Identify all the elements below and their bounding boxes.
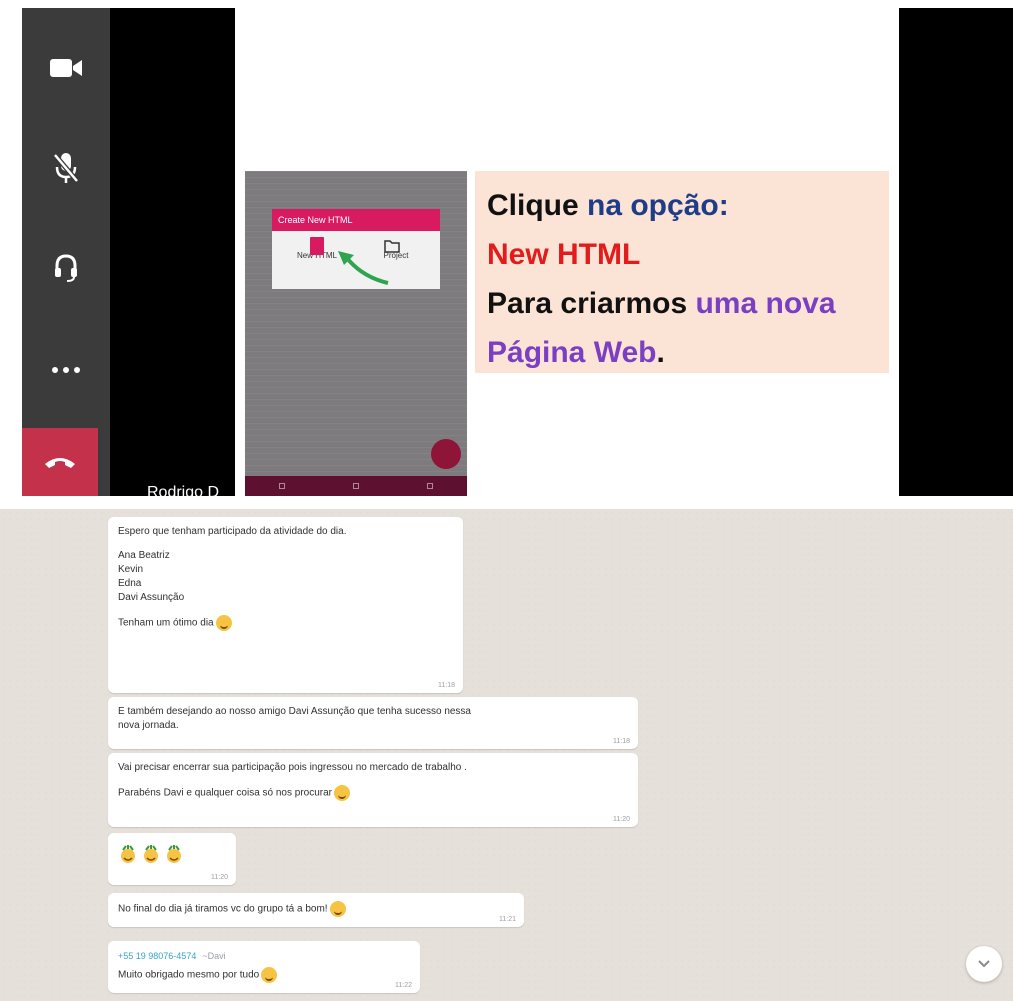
celebration-emoji-icon (144, 845, 158, 863)
name-line: Davi Assunção (118, 592, 185, 603)
call-controls-rail (22, 8, 110, 496)
floating-action-button (431, 439, 461, 469)
message-time: 11:21 (499, 916, 516, 923)
name-line: Edna (118, 578, 142, 589)
more-options-button[interactable] (22, 340, 110, 400)
message-text: Vai precisar encerrar sua participação p… (118, 762, 467, 773)
more-options-icon (52, 367, 80, 373)
video-camera-icon (50, 59, 82, 77)
celebration-emoji-icon (167, 845, 181, 863)
chat-panel: Espero que tenham participado da ativida… (0, 509, 1013, 1001)
emoji-row (118, 845, 226, 865)
nav-home-icon (353, 483, 359, 489)
presenter-name: Rodrigo D (147, 484, 220, 496)
message-bubble[interactable]: +55 19 98076-4574 ~Davi Muito obrigado me… (108, 941, 420, 993)
headset-icon (55, 254, 77, 282)
call-stage: Rodrigo D Create New HTML New HTML Proje… (22, 8, 1013, 496)
callout-text-clique: Clique (487, 189, 588, 222)
green-arrow-icon (338, 251, 389, 285)
message-time: 11:20 (613, 816, 630, 823)
dialog-title: Create New HTML (272, 209, 440, 231)
message-bubble[interactable]: 11:20 (108, 833, 236, 885)
phone-screenshot: Create New HTML New HTML Project (245, 171, 467, 496)
message-bubble[interactable]: Vai precisar encerrar sua participação p… (108, 753, 638, 827)
message-bubble[interactable]: E também desejando ao nosso amigo Davi A… (108, 697, 638, 749)
callout-line-2: New HTML (487, 238, 641, 271)
grinning-emoji-icon (329, 901, 346, 917)
scroll-down-button[interactable] (966, 946, 1002, 982)
sender-name: ~Davi (202, 951, 226, 961)
callout-line-4: Página Web. (487, 328, 879, 377)
name-line: Ana Beatriz (118, 550, 170, 561)
callout-text-para: Para criarmos (487, 287, 696, 320)
callout-line-1: Clique na opção: (487, 181, 879, 230)
message-text: Tenham um ótimo dia (118, 615, 453, 631)
sender-line: +55 19 98076-4574 ~Davi (118, 949, 410, 963)
grinning-emoji-icon (334, 785, 351, 801)
message-text: nova jornada. (118, 720, 179, 731)
message-bubble[interactable]: Espero que tenham participado da ativida… (108, 517, 463, 693)
android-nav-bar (245, 476, 467, 496)
message-text-part: Parabéns Davi e qualquer coisa só nos pr… (118, 787, 333, 799)
message-text-part: Muito obrigado mesmo por tudo (118, 969, 260, 981)
microphone-button[interactable] (22, 138, 110, 198)
end-call-button[interactable] (22, 428, 98, 496)
nav-recent-icon (427, 483, 433, 489)
message-text: E também desejando ao nosso amigo Davi A… (118, 706, 471, 717)
message-bubble[interactable]: No final do dia já tiramos vc do grupo t… (108, 893, 524, 927)
audio-button[interactable] (22, 238, 110, 298)
nav-back-icon (279, 483, 285, 489)
chevron-down-icon (978, 960, 990, 968)
message-text: Parabéns Davi e qualquer coisa só nos pr… (118, 785, 628, 801)
callout-text-nova: uma nova (695, 287, 836, 320)
celebration-emoji-icon (121, 845, 135, 863)
create-dialog: Create New HTML New HTML Project (272, 209, 440, 289)
callout-text-pagina: Página Web (487, 336, 657, 369)
shared-slide: Create New HTML New HTML Project Clique … (235, 8, 899, 496)
message-text-part: No final do dia já tiramos vc do grupo t… (118, 903, 328, 915)
message-time: 11:18 (613, 738, 630, 745)
video-call-panel: Rodrigo D Create New HTML New HTML Proje… (0, 0, 1013, 503)
message-text: Muito obrigado mesmo por tudo (118, 967, 410, 983)
callout-line-3: Para criarmos uma nova (487, 279, 879, 328)
callout-text-opcao: na opção: (587, 189, 729, 222)
message-time: 11:22 (395, 982, 412, 989)
end-call-icon (45, 458, 75, 468)
html-file-icon (310, 237, 324, 255)
message-text: Espero que tenham participado da ativida… (118, 526, 347, 537)
callout-text-period: . (656, 336, 665, 369)
closing-text: Tenham um ótimo dia (118, 617, 214, 629)
instruction-callout: Clique na opção: New HTML Para criarmos … (475, 171, 889, 373)
grinning-emoji-icon (215, 615, 232, 631)
grinning-emoji-icon (261, 967, 278, 983)
message-text: No final do dia já tiramos vc do grupo t… (118, 901, 514, 917)
camera-button[interactable] (22, 38, 110, 98)
message-time: 11:18 (438, 682, 455, 689)
sender-phone[interactable]: +55 19 98076-4574 (118, 951, 196, 961)
microphone-muted-icon (53, 153, 79, 183)
name-line: Kevin (118, 564, 144, 575)
message-time: 11:20 (211, 874, 228, 881)
